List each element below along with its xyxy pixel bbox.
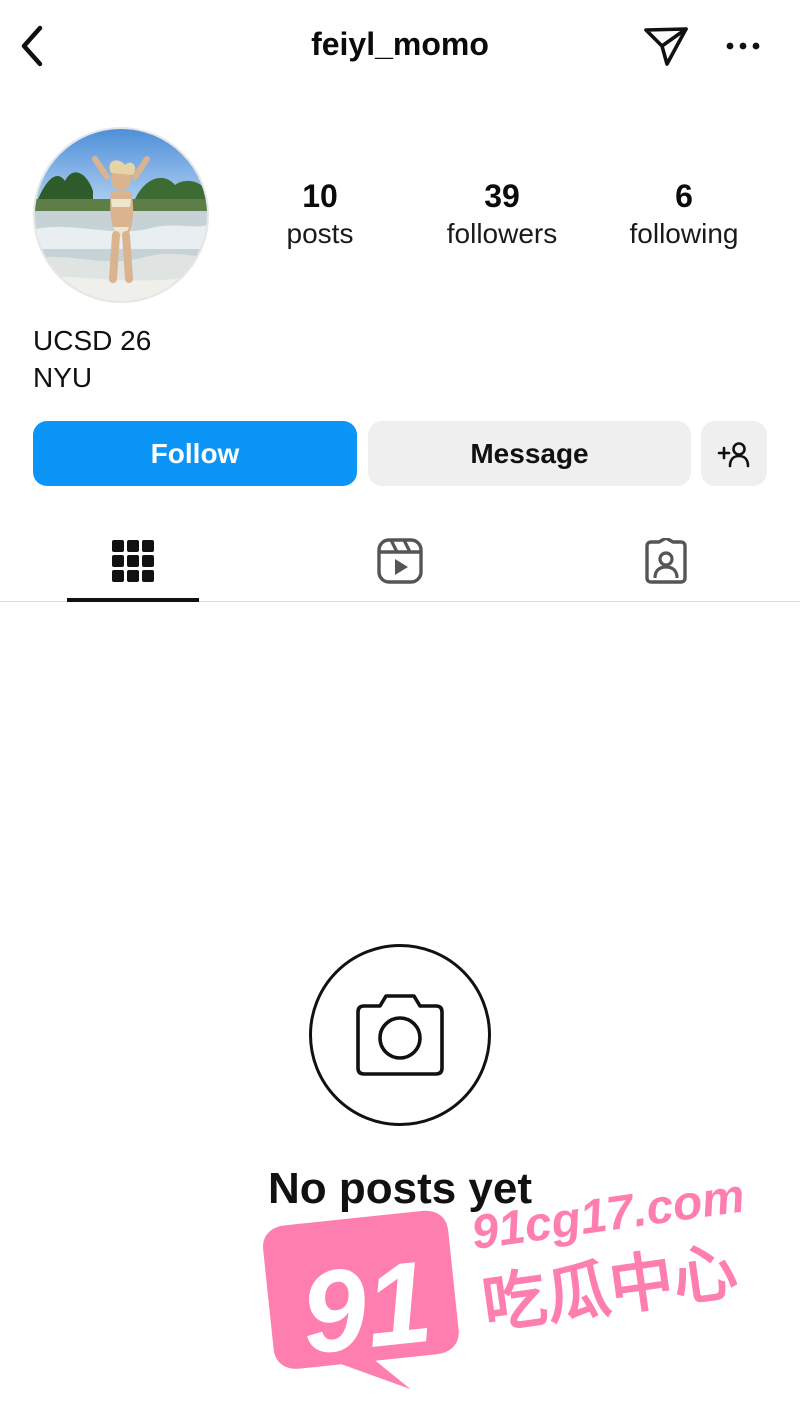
suggested-users-button[interactable] bbox=[701, 421, 767, 486]
tab-posts-grid[interactable] bbox=[67, 520, 199, 602]
message-button[interactable]: Message bbox=[368, 421, 691, 486]
posts-count: 10 bbox=[302, 178, 338, 214]
profile-header: feiyl_momo bbox=[0, 0, 800, 92]
more-options-button[interactable] bbox=[718, 22, 768, 70]
followers-count: 39 bbox=[484, 178, 520, 214]
active-tab-indicator bbox=[67, 598, 199, 602]
following-count: 6 bbox=[675, 178, 693, 214]
stat-following[interactable]: 6 following bbox=[599, 176, 769, 252]
stat-followers[interactable]: 39 followers bbox=[417, 176, 587, 252]
follow-button[interactable]: Follow bbox=[33, 421, 357, 486]
share-button[interactable] bbox=[640, 22, 692, 70]
grid-icon bbox=[112, 540, 154, 582]
empty-state-camera bbox=[309, 944, 491, 1126]
tagged-icon bbox=[645, 538, 687, 584]
profile-avatar[interactable] bbox=[33, 127, 209, 303]
reels-icon bbox=[377, 538, 423, 584]
profile-tabs bbox=[0, 520, 800, 602]
watermark-logo: 91 91cg17.com 吃瓜中心 bbox=[263, 1169, 748, 1390]
tab-reels[interactable] bbox=[334, 520, 466, 602]
posts-label: posts bbox=[286, 218, 354, 249]
camera-icon bbox=[356, 994, 444, 1076]
add-user-icon bbox=[717, 441, 750, 467]
paper-plane-icon bbox=[644, 27, 688, 66]
watermark-number: 91 bbox=[295, 1236, 437, 1379]
following-label: following bbox=[629, 218, 739, 249]
stat-posts[interactable]: 10 posts bbox=[235, 176, 405, 252]
bio-line: NYU bbox=[33, 362, 93, 393]
profile-bio: UCSD 26 NYU bbox=[33, 322, 151, 396]
ellipsis-icon bbox=[726, 42, 760, 50]
followers-label: followers bbox=[446, 218, 558, 249]
bio-line: UCSD 26 bbox=[33, 325, 152, 356]
tab-tagged[interactable] bbox=[600, 520, 732, 602]
